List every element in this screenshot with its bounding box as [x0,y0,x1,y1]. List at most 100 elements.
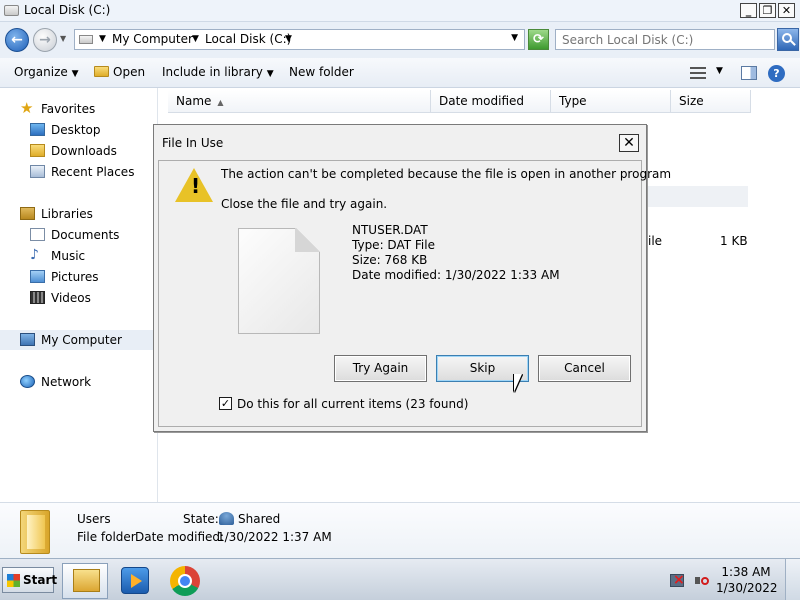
address-bar[interactable]: ▼ My Computer ▼ Local Disk (C:) ▼ ▼ [74,29,525,50]
explorer-folder-icon [73,569,100,592]
details-pane: Users State: Shared File folder Date mod… [0,502,800,558]
media-player-icon [121,567,149,594]
sidebar-item-label: Pictures [51,270,99,284]
videos-film-icon [30,291,45,304]
sidebar-item-label: Music [51,249,86,263]
sidebar-item-videos[interactable]: Videos [0,288,158,308]
file-in-use-dialog: File In Use ✕ ! The action can't be comp… [153,124,671,432]
sidebar-item-label: Favorites [41,102,96,116]
dialog-titlebar: File In Use ✕ [154,125,646,160]
network-globe-icon [20,375,35,388]
file-date-modified: Date modified: 1/30/2022 1:33 AM [352,268,560,282]
network-disconnected-icon[interactable] [670,572,685,588]
views-chevron-down-icon[interactable]: ▼ [716,66,723,76]
sidebar-item-network[interactable]: Network [0,372,158,392]
column-header-type[interactable]: Type [551,90,671,113]
open-button[interactable]: Open [94,65,145,79]
file-row-highlight[interactable] [648,186,748,207]
breadcrumb-chevron-icon[interactable]: ▼ [192,34,199,44]
breadcrumb-local-disk[interactable]: Local Disk (C:) [205,32,291,46]
folder-open-icon [94,66,109,77]
sidebar-item-label: Documents [51,228,120,242]
back-arrow-icon[interactable]: ← [5,28,29,52]
sidebar-item-libraries[interactable]: Libraries [0,204,158,224]
dialog-message: The action can't be completed because th… [221,167,672,181]
file-row-type-fragment: ile [648,234,663,248]
drive-icon [79,35,93,44]
views-icon[interactable] [690,67,706,79]
warning-exclamation-icon: ! [191,174,201,198]
recent-pages-chevron-icon[interactable]: ▼ [60,34,66,43]
dialog-close-button[interactable]: ✕ [619,134,639,152]
column-header-size[interactable]: Size [671,90,751,113]
navigation-pane: ★ Favorites Desktop Downloads Recent Pla… [0,88,158,502]
window-titlebar: Local Disk (C:) _ ❐ ✕ [0,0,800,22]
breadcrumb-my-computer[interactable]: My Computer [112,32,193,46]
dialog-title: File In Use [162,136,224,150]
shared-users-icon [219,512,234,525]
navigation-bar: ← → ▼ ▼ My Computer ▼ Local Disk (C:) ▼ … [0,22,800,58]
minimize-button[interactable]: _ [740,3,757,18]
command-toolbar: Organize ▼ Open Include in library ▼ New… [0,58,800,88]
sidebar-item-desktop[interactable]: Desktop [0,120,158,140]
file-size: Size: 768 KB [352,253,428,267]
taskbar-explorer-button[interactable] [62,563,108,599]
documents-icon [30,228,45,241]
chevron-down-icon: ▼ [266,69,274,79]
new-folder-button[interactable]: New folder [289,65,354,79]
breadcrumb-chevron-icon[interactable]: ▼ [285,34,292,44]
start-label: Start [23,573,58,587]
volume-muted-icon[interactable] [695,574,709,587]
open-label: Open [113,65,146,79]
show-desktop-button[interactable] [785,559,800,600]
taskbar-chrome-button[interactable] [162,563,208,599]
organize-menu[interactable]: Organize ▼ [14,65,79,79]
sidebar-item-label: My Computer [41,333,122,347]
forward-arrow-icon[interactable]: → [33,28,57,52]
column-header-date-modified[interactable]: Date modified [431,90,551,113]
desktop-icon [30,123,45,136]
sidebar-item-downloads[interactable]: Downloads [0,141,158,161]
search-input[interactable] [556,30,766,49]
file-row-size: 1 KB [720,234,748,248]
sidebar-item-music[interactable]: ♪ Music [0,246,158,266]
sidebar-item-documents[interactable]: Documents [0,225,158,245]
cancel-button[interactable]: Cancel [538,355,631,382]
address-history-chevron-icon[interactable]: ▼ [511,33,518,43]
apply-to-all-checkbox[interactable]: ✓ [219,397,232,410]
chrome-icon [170,566,200,596]
preview-pane-icon[interactable] [741,66,757,80]
sidebar-item-label: Desktop [51,123,101,137]
breadcrumb-chevron-icon[interactable]: ▼ [99,34,106,44]
column-header-name[interactable]: Name ▲ [168,90,431,113]
sidebar-item-pictures[interactable]: Pictures [0,267,158,287]
sidebar-item-label: Network [41,375,92,389]
sidebar-item-favorites[interactable]: ★ Favorites [0,99,158,119]
music-note-icon: ♪ [30,247,39,263]
file-type: Type: DAT File [352,238,435,252]
sort-ascending-icon: ▲ [217,98,224,107]
try-again-button[interactable]: Try Again [334,355,427,382]
include-in-library-menu[interactable]: Include in library ▼ [162,65,274,79]
apply-to-all-label[interactable]: Do this for all current items (23 found) [237,397,468,411]
file-name: NTUSER.DAT [352,223,428,237]
taskbar-media-player-button[interactable] [112,563,158,599]
sidebar-item-my-computer[interactable]: My Computer [0,330,158,350]
clock-date: 1/30/2022 [716,581,778,595]
search-box[interactable] [555,29,775,50]
column-label: Name [176,94,212,108]
sidebar-item-label: Videos [51,291,91,305]
start-button[interactable]: Start [2,567,58,593]
sidebar-item-label: Libraries [41,207,93,221]
search-icon[interactable] [777,28,799,51]
maximize-button[interactable]: ❐ [759,3,776,18]
include-in-library-label: Include in library [162,65,263,79]
close-window-button[interactable]: ✕ [778,3,795,18]
details-item-kind: File folder [77,530,136,544]
sidebar-item-recent-places[interactable]: Recent Places [0,162,158,182]
help-icon[interactable]: ? [768,65,785,82]
windows-flag-icon [7,574,20,587]
organize-label: Organize [14,65,68,79]
refresh-icon[interactable]: ⟳ [528,29,549,50]
system-clock[interactable]: 1:38 AM 1/30/2022 [716,564,778,596]
